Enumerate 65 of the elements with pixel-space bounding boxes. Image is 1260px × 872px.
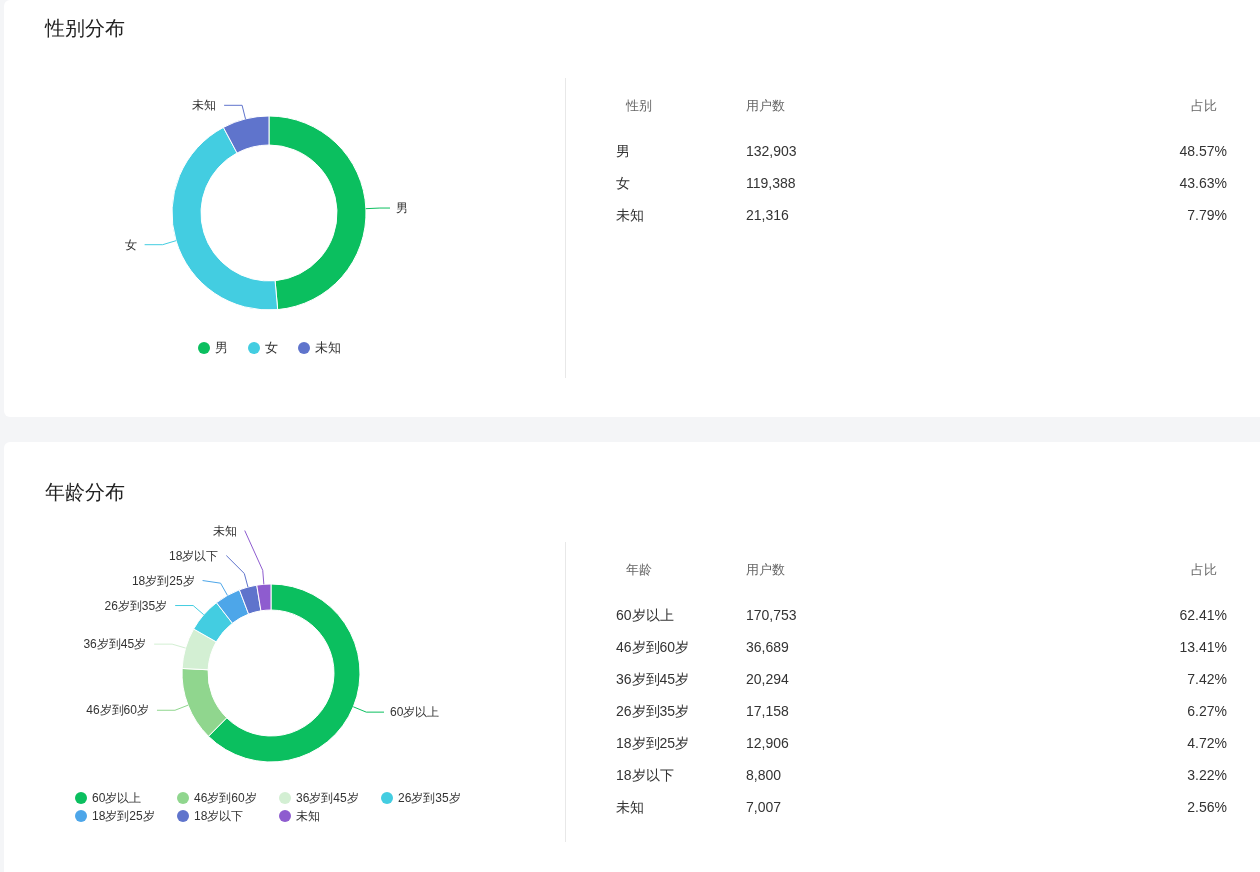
table-cell-text: 7.79% [1187,206,1227,225]
table-cell-text: 36岁到45岁 [616,670,691,689]
legend-label: 未知 [315,339,341,357]
table-cell-text: 17,158 [746,702,790,721]
legend-label: 男 [215,339,228,357]
table-cell-text: 43.63% [1179,174,1227,193]
table-cell-text: 7,007 [746,798,783,817]
legend-label: 46岁到60岁 [194,790,257,806]
legend-label: 26岁到35岁 [398,790,461,806]
table-cell-text: 170,753 [746,606,798,625]
table-cell-text: 119,388 [746,174,797,193]
leader-line [365,207,391,210]
table-cell-text: 2.56% [1187,798,1227,817]
legend-label: 60岁以上 [92,790,142,806]
column-header: 用户数 [746,560,786,579]
table-cell-text: 8,800 [746,766,783,785]
legend-label: 未知 [296,808,320,824]
column-header: 占比 [1191,560,1218,579]
table-cell-text: 48.57% [1179,142,1227,161]
legend-label: 36岁到45岁 [296,790,359,806]
slice-label: 男 [396,201,408,216]
slice-label: 60岁以上 [390,705,440,720]
table-cell-text: 女 [616,174,631,193]
table-cell-text: 18岁以下 [616,766,675,785]
slice-label: 未知 [212,523,237,538]
section-title: 年龄分布 [44,480,126,505]
table-cell-text: 3.22% [1187,766,1227,785]
leader-line [144,240,177,246]
slice-label: 46岁到60岁 [86,703,149,718]
section-title: 性别分布 [43,16,126,41]
table-cell-text: 13.41% [1179,638,1227,657]
table-cell-text: 18岁到25岁 [616,734,691,753]
table-cell-text: 6.27% [1187,702,1227,721]
legend-label: 女 [265,339,278,357]
legend-label: 18岁以下 [194,808,244,824]
table-cell-text: 36,689 [746,638,790,657]
table-cell-text: 21,316 [746,206,790,225]
table-cell-text: 60岁以上 [616,606,675,625]
table-cell-text: 20,294 [746,670,790,689]
slice-label: 未知 [192,98,217,113]
slice-label: 18岁以下 [168,548,219,563]
legend-label: 18岁到25岁 [92,808,155,824]
slice-label: 女 [124,237,137,252]
table-cell-text: 未知 [616,206,645,225]
leader-line [223,104,246,120]
leader-line [174,605,205,616]
slice-label: 26岁到35岁 [104,598,168,613]
column-header: 占比 [1191,96,1218,115]
leader-line [352,706,385,713]
slice-label: 18岁到25岁 [131,573,195,588]
table-cell-text: 26岁到35岁 [616,702,691,721]
column-header: 用户数 [746,96,786,115]
table-cell-text: 62.41% [1179,606,1227,625]
table-cell-text: 未知 [616,798,645,817]
column-header: 性别 [625,96,653,115]
table-cell-text: 132,903 [746,142,798,161]
leader-line [156,704,189,711]
leader-line [153,643,187,649]
table-cell-text: 男 [616,142,631,161]
table-cell-text: 46岁到60岁 [616,638,691,657]
table-cell-text: 4.72% [1187,734,1227,753]
table-cell-text: 7.42% [1187,670,1227,689]
slice-label: 36岁到45岁 [83,637,147,652]
table-cell-text: 12,906 [746,734,790,753]
column-header: 年龄 [625,560,653,579]
